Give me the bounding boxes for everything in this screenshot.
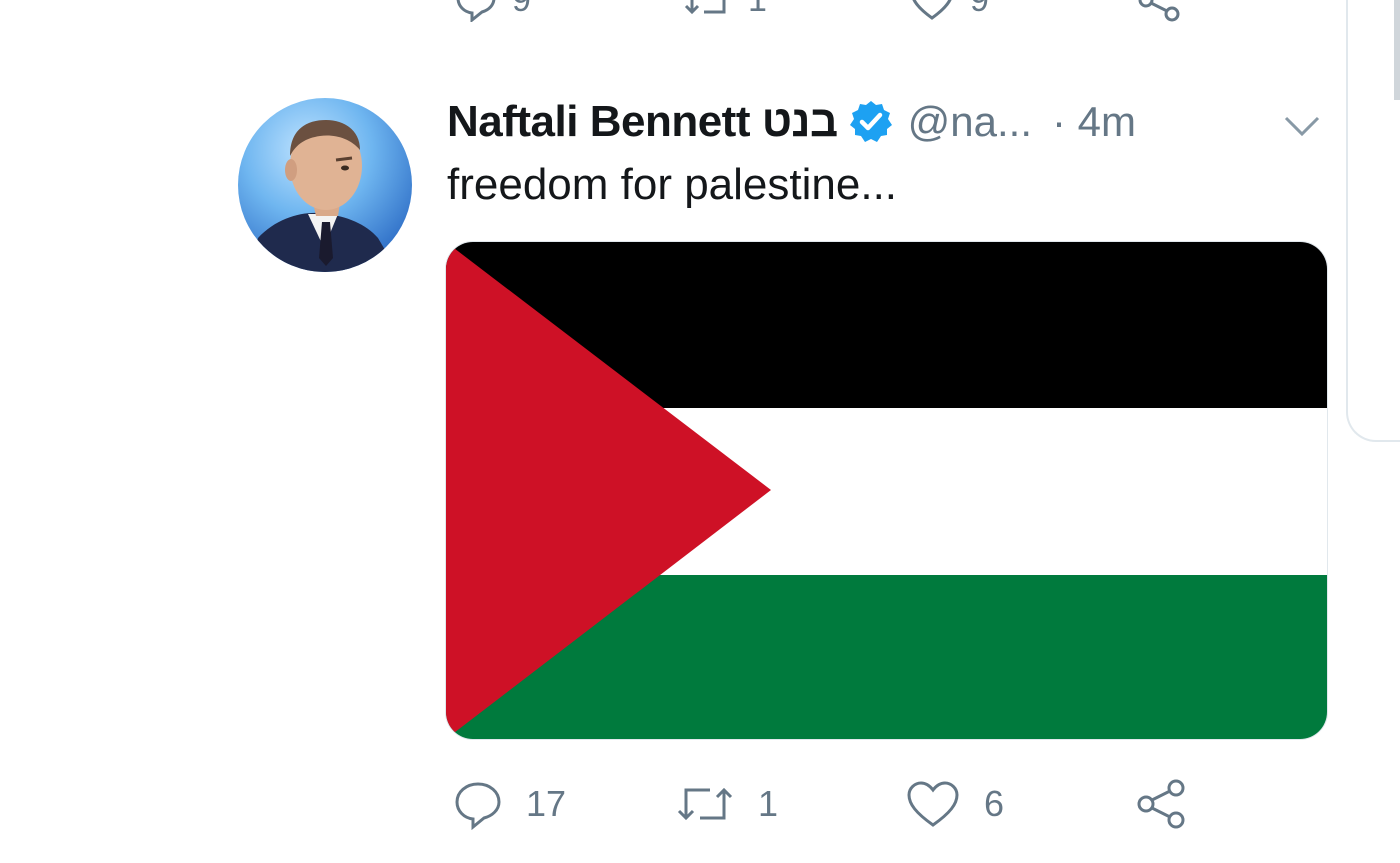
reply-button[interactable]: 17 (452, 772, 566, 836)
heart-icon (907, 781, 959, 827)
previous-reply-button[interactable]: 9 (454, 0, 531, 22)
verified-badge-icon (849, 101, 892, 142)
share-icon (1137, 779, 1185, 829)
retweet-button[interactable]: 1 (674, 772, 778, 836)
chevron-down-icon[interactable] (1280, 104, 1324, 148)
scrollbar-track[interactable] (1346, 0, 1400, 442)
tweet-media[interactable] (445, 241, 1328, 740)
retweet-icon (677, 787, 733, 821)
time-ago: 4m (1077, 98, 1137, 145)
previous-like-count: 9 (970, 0, 989, 20)
retweet-count: 1 (758, 783, 779, 824)
tweet-actions: 17 1 6 (450, 772, 1210, 836)
heart-icon (912, 0, 952, 20)
previous-tweet-actions: 9 1 9 (450, 0, 1190, 22)
share-icon (1138, 0, 1180, 22)
like-count: 6 (984, 783, 1005, 824)
timestamp[interactable]: · 4m (1052, 98, 1136, 146)
scrollbar-thumb[interactable] (1394, 0, 1400, 100)
previous-share-button[interactable] (1136, 0, 1184, 22)
previous-retweet-count: 1 (748, 0, 767, 20)
twitter-timeline: 9 1 9 (0, 0, 1400, 863)
tweet-header: Naftali Bennett בנט @na... · 4m (447, 92, 1327, 152)
tweet-text: freedom for palestine... (447, 160, 898, 209)
reply-icon (455, 782, 501, 830)
reply-icon (456, 0, 496, 22)
avatar[interactable] (238, 98, 412, 272)
like-button[interactable]: 6 (904, 772, 1004, 836)
reply-count: 17 (526, 783, 567, 824)
flag-image (446, 242, 1327, 739)
time-separator: · (1051, 98, 1066, 145)
display-name[interactable]: Naftali Bennett בנט (447, 97, 838, 147)
previous-like-button[interactable]: 9 (908, 0, 989, 22)
previous-reply-count: 9 (512, 0, 531, 20)
profile-photo (248, 120, 398, 272)
previous-retweet-button[interactable]: 1 (682, 0, 767, 22)
retweet-icon (684, 0, 726, 15)
handle[interactable]: @na... (908, 98, 1032, 146)
share-button[interactable] (1134, 772, 1190, 836)
